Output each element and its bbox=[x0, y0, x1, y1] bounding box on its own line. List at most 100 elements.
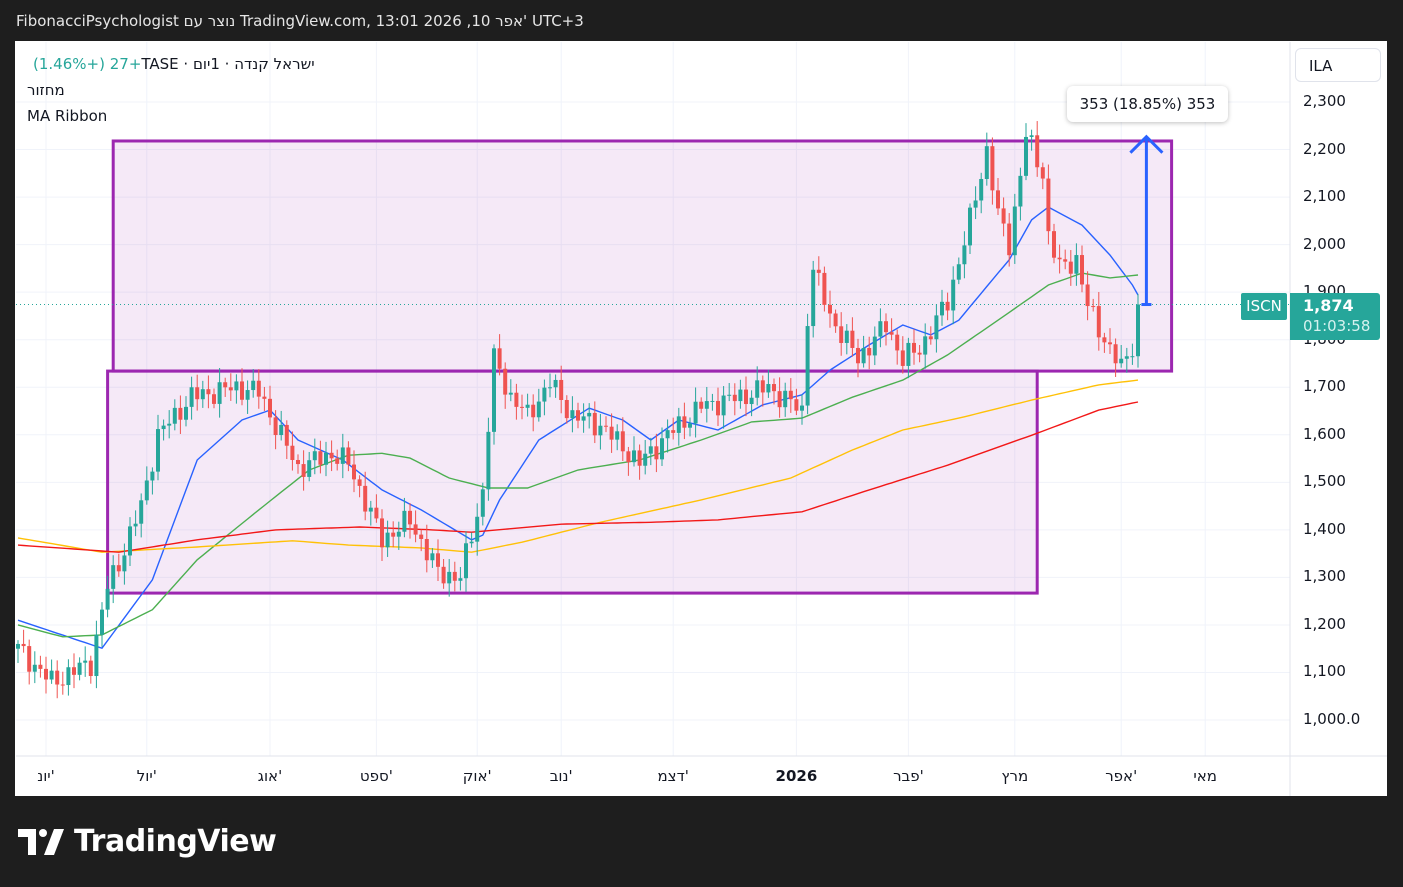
candle-body bbox=[520, 406, 524, 408]
candle-body bbox=[492, 348, 496, 432]
candle-body bbox=[816, 269, 821, 273]
candle-body bbox=[968, 207, 972, 246]
candle-body bbox=[217, 382, 222, 404]
candle-body bbox=[27, 646, 32, 672]
candle-body bbox=[850, 330, 855, 348]
candle-body bbox=[682, 416, 687, 428]
candle-body bbox=[357, 479, 362, 486]
candle-body bbox=[822, 272, 827, 305]
candle-body bbox=[1029, 135, 1034, 137]
candle-body bbox=[49, 670, 54, 680]
candle-body bbox=[1068, 261, 1073, 274]
candle-body bbox=[553, 379, 558, 388]
candle-body bbox=[660, 438, 664, 460]
legend-volume[interactable]: מחזור bbox=[27, 81, 65, 99]
candle-body bbox=[503, 368, 508, 395]
candle-body bbox=[665, 430, 670, 439]
candle-body bbox=[352, 464, 356, 480]
candle-body bbox=[839, 326, 844, 343]
legend-symbol[interactable]: ישראל קנדה · 1יום · TASE+27 (+1.46%) bbox=[27, 55, 315, 73]
time-tick: נוב' bbox=[549, 767, 573, 785]
candle-body bbox=[184, 406, 188, 420]
candle-body bbox=[374, 507, 379, 519]
candle-body bbox=[940, 301, 944, 316]
candle-body bbox=[844, 330, 849, 343]
candle-body bbox=[368, 507, 373, 512]
price-change: +27 (+1.46%) bbox=[33, 55, 142, 73]
candle-body bbox=[480, 489, 485, 517]
candle-body bbox=[290, 445, 295, 460]
candle-body bbox=[172, 407, 177, 424]
candle-body bbox=[531, 404, 536, 418]
candle-body bbox=[620, 431, 625, 452]
candle-body bbox=[133, 523, 138, 527]
candle-body bbox=[1091, 306, 1096, 308]
candle-body bbox=[514, 392, 519, 407]
candle-body bbox=[139, 500, 144, 524]
candle-body bbox=[833, 313, 838, 327]
candle-body bbox=[296, 459, 300, 465]
candle-body bbox=[1035, 135, 1040, 168]
candle-body bbox=[234, 381, 239, 391]
candle-body bbox=[542, 387, 547, 402]
candle-body bbox=[856, 347, 860, 364]
candle-body bbox=[105, 588, 110, 610]
price-tick: 1,200 bbox=[1303, 614, 1346, 633]
candle-body bbox=[441, 566, 446, 584]
candle-body bbox=[273, 417, 278, 436]
candle-body bbox=[1007, 223, 1012, 256]
measure-label: 353 (18.85%) 353 bbox=[1067, 86, 1228, 122]
candle-body bbox=[1024, 136, 1028, 176]
price-tick: 2,100 bbox=[1303, 187, 1346, 206]
tradingview-logo-icon bbox=[18, 828, 64, 855]
candle-body bbox=[1096, 306, 1101, 338]
candle-body bbox=[1108, 342, 1112, 345]
candle-body bbox=[872, 336, 877, 356]
candle-body bbox=[402, 510, 407, 532]
candle-body bbox=[195, 387, 200, 400]
candle-body bbox=[777, 391, 782, 408]
candle-body bbox=[212, 394, 216, 404]
candle-body bbox=[828, 304, 832, 314]
candle-body bbox=[704, 401, 709, 409]
candle-body bbox=[1012, 206, 1017, 256]
candle-body bbox=[917, 352, 922, 355]
time-tick: 2026 bbox=[775, 767, 818, 785]
candle-body bbox=[1124, 356, 1129, 359]
candle-body bbox=[200, 389, 205, 400]
candle-body bbox=[945, 301, 950, 311]
candle-body bbox=[760, 380, 765, 393]
candle-body bbox=[581, 416, 586, 421]
candle-body bbox=[189, 387, 194, 407]
legend-ma-ribbon[interactable]: MA Ribbon bbox=[27, 107, 107, 125]
brand-name: TradingView bbox=[74, 824, 277, 859]
price-chart[interactable] bbox=[0, 0, 1403, 887]
candle-body bbox=[755, 380, 760, 398]
time-tick: יול' bbox=[136, 767, 157, 785]
candle-body bbox=[637, 450, 642, 466]
candle-body bbox=[279, 424, 284, 436]
candle-body bbox=[1074, 255, 1079, 274]
candle-body bbox=[408, 510, 412, 525]
candle-body bbox=[587, 412, 592, 417]
candle-body bbox=[396, 531, 401, 537]
candle-body bbox=[284, 424, 289, 446]
candle-body bbox=[66, 667, 71, 686]
candle-body bbox=[60, 684, 65, 686]
range-rectangle[interactable] bbox=[111, 139, 1174, 373]
candle-body bbox=[884, 321, 888, 333]
tradingview-logo[interactable]: TradingView bbox=[18, 824, 277, 859]
candle-body bbox=[1046, 178, 1051, 232]
candle-body bbox=[615, 431, 620, 440]
candle-body bbox=[861, 347, 866, 364]
candle-body bbox=[716, 400, 720, 416]
rectangle-annotations[interactable] bbox=[106, 139, 1174, 595]
candle-body bbox=[156, 429, 160, 472]
candle-body bbox=[497, 348, 502, 369]
candle-body bbox=[973, 200, 978, 208]
candle-body bbox=[447, 571, 452, 584]
currency-button[interactable]: ILA bbox=[1295, 48, 1381, 82]
candle-body bbox=[150, 471, 155, 481]
last-price: 1,874 bbox=[1303, 296, 1354, 315]
candle-body bbox=[800, 405, 804, 411]
